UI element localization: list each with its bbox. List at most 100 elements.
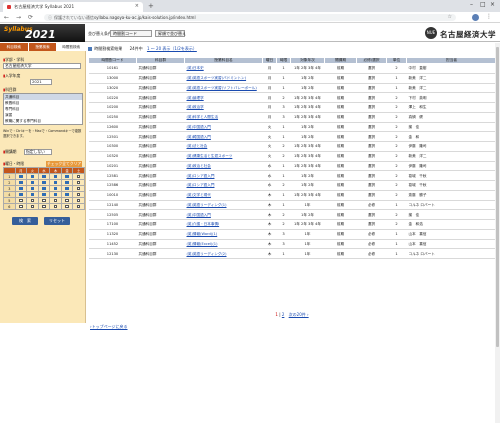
new-tab-button[interactable]: + — [148, 2, 154, 10]
table-cell: 2 — [386, 112, 407, 123]
browser-tab[interactable]: 名古屋経済大学 Syllabus 2021 × — [3, 2, 143, 12]
course-name-link[interactable]: (英)政治と社会 — [184, 161, 263, 172]
table-cell: 1 — [276, 190, 291, 201]
table-cell: 木 — [262, 209, 277, 220]
course-name-link[interactable]: (英)英語リーディング(1) — [184, 200, 263, 211]
course-name-link[interactable]: (英)中国語入門 — [184, 122, 263, 133]
course-name-link[interactable]: (英)介護・日本事情I — [184, 219, 263, 230]
tab-subject-search[interactable]: 科目検索 — [0, 43, 29, 51]
bookmark-star-icon[interactable]: ☆ — [448, 14, 452, 20]
table-cell: 前期 — [324, 83, 357, 94]
table-cell: 共通科目群 — [136, 229, 185, 240]
course-name-link[interactable]: (英)情報(Excel)(1) — [184, 239, 263, 250]
back-to-top-link[interactable]: ›トップページに戻る — [90, 324, 128, 330]
table-cell: 選択 — [356, 170, 387, 181]
table-cell: 10250 — [88, 112, 137, 123]
reset-button[interactable]: リセット — [44, 217, 70, 225]
table-cell: 新美 洋二 — [406, 83, 497, 94]
search-button[interactable]: 検 索 — [12, 217, 38, 225]
course-name-link[interactable]: (英)情報(Word)(1) — [184, 229, 263, 240]
table-cell: 水 — [262, 161, 277, 172]
category-list[interactable]: 共通科目 教養科目 専門科目 演習 教職に関する専門科目 — [3, 93, 83, 125]
table-cell: 必修 — [356, 248, 387, 259]
sort-label: 並び替え条件 — [88, 31, 112, 36]
table-row: 10161 共通科目群 (英)日本史月 1 1年 2年 3年 4年 前期 選択 2 中村 直樹 — [88, 63, 497, 74]
table-cell: 選択 — [356, 102, 387, 113]
term-label: ▮開講期 — [3, 149, 17, 154]
table-cell: 山本 喜信 — [406, 239, 497, 250]
url-field[interactable]: ⓘ 保護されていない通信 syllabu.nagoya-ku-ac.jp/kai… — [44, 14, 456, 21]
table-cell: 1年 2年 3年 4年 — [290, 92, 325, 103]
table-cell: 選択 — [356, 92, 387, 103]
scrollbar-thumb[interactable] — [496, 47, 499, 347]
info-icon[interactable]: ⓘ — [48, 15, 52, 21]
maximize-button[interactable]: □ — [480, 1, 486, 8]
course-name-link[interactable]: (英)法と社会 — [184, 141, 263, 152]
table-cell: コルネ ロバート — [406, 248, 497, 259]
course-name-link[interactable]: (英)英語スポーツ実習(ソフトバレーボール) — [184, 83, 263, 94]
table-cell: 共通科目群 — [136, 92, 185, 103]
table-cell: 1年 2年 — [290, 131, 325, 142]
period-checkbox[interactable] — [60, 203, 74, 210]
list-item[interactable]: 教職に関する専門科目 — [4, 118, 82, 124]
course-name-link[interactable]: (英)論理学 — [184, 92, 263, 103]
reload-icon[interactable]: ⟳ — [28, 14, 33, 21]
period-checkbox[interactable] — [26, 203, 39, 210]
syllabus-logo[interactable]: Syllabus 2021 — [0, 24, 85, 42]
table-cell: 2 — [386, 209, 407, 220]
course-name-link[interactable]: (英)文学と現代 — [184, 190, 263, 201]
table-cell: 1 — [386, 239, 407, 250]
course-name-link[interactable]: (英)政治学 — [184, 102, 263, 113]
table-cell: 前期 — [324, 180, 357, 191]
minimize-button[interactable]: – — [470, 1, 473, 8]
table-cell: 10320 — [88, 151, 137, 162]
table-cell: 2 — [386, 219, 407, 230]
table-cell: 2 — [276, 151, 291, 162]
period-checkbox[interactable] — [37, 203, 51, 210]
table-cell: 17100 — [88, 219, 137, 230]
course-name-link[interactable]: (英)中国語入門 — [184, 209, 263, 220]
forward-icon[interactable]: → — [16, 14, 21, 21]
url-text[interactable]: syllabu.nagoya-ku-ac.jp/kais-solution.jp… — [94, 15, 196, 20]
browser-menu-icon[interactable]: ⋮ — [486, 13, 492, 20]
table-cell: 金 和 — [406, 131, 497, 142]
table-row: 12140 共通科目群 (英)英語リーディング(1) 木 1 1年 前期 必修 1 コルネ ロバー… — [88, 200, 497, 211]
page-2-link[interactable]: 2 — [282, 312, 285, 317]
course-name-link[interactable]: (英)日本史 — [184, 63, 263, 74]
sort-select[interactable]: 時間割コード — [110, 30, 152, 37]
table-cell: 木 — [262, 190, 277, 201]
period-checkbox[interactable] — [49, 203, 62, 210]
course-name-link[interactable]: (英)科学と人間生活 — [184, 112, 263, 123]
table-cell: 月 — [262, 112, 277, 123]
back-icon[interactable]: ← — [4, 14, 9, 21]
next-page-link[interactable]: 次の20件 › — [289, 312, 309, 317]
table-cell: 共通科目群 — [136, 180, 185, 191]
tab-timetable-search[interactable]: 時間割検索 — [57, 43, 87, 51]
table-cell: 共通科目群 — [136, 170, 185, 181]
year-select[interactable]: 2021 — [30, 79, 52, 85]
period-checkbox[interactable] — [14, 203, 28, 210]
table-cell: 12505 — [88, 209, 137, 220]
course-name-link[interactable]: (英)ロシア語入門 — [184, 180, 263, 191]
table-row: 10250 共通科目群 (英)科学と人間生活月 3 1年 2年 3年 4年 前期 選択 2 真鍋… — [88, 112, 497, 123]
profile-avatar[interactable] — [472, 14, 479, 21]
course-name-link[interactable]: (英)韓国語入門 — [184, 131, 263, 142]
table-cell: 1年 2年 3年 4年 — [290, 161, 325, 172]
page-scrollbar[interactable] — [495, 43, 500, 423]
term-select[interactable]: 指定しない — [24, 149, 52, 155]
table-cell: 選択 — [356, 190, 387, 201]
tab-close-icon[interactable]: × — [135, 3, 139, 9]
sort-order-button[interactable]: 昇順で並び替え — [155, 30, 186, 37]
course-name-link[interactable]: (英)ロシア語入門 — [184, 170, 263, 181]
window-close-button[interactable]: × — [490, 1, 495, 8]
table-row: 10320 共通科目群 (英)健康生活と生涯スポーツ火 2 1年 2年 3年 4年 前期選… — [88, 151, 497, 162]
course-name-link[interactable]: (英)英語スポーツ実習(バドミントン) — [184, 73, 263, 84]
course-name-link[interactable]: (英)英語リーディング(2) — [184, 248, 263, 259]
period-checkbox[interactable] — [72, 203, 85, 210]
table-cell: 10220 — [88, 92, 137, 103]
table-cell: 伊藤 隆司 — [406, 161, 497, 172]
table-cell: 謝 佳 — [406, 209, 497, 220]
faculty-select[interactable]: 名古屋経済大学 — [3, 63, 81, 69]
tab-class-search[interactable]: 授業検索 — [28, 43, 58, 51]
course-name-link[interactable]: (英)健康生活と生涯スポーツ — [184, 151, 263, 162]
